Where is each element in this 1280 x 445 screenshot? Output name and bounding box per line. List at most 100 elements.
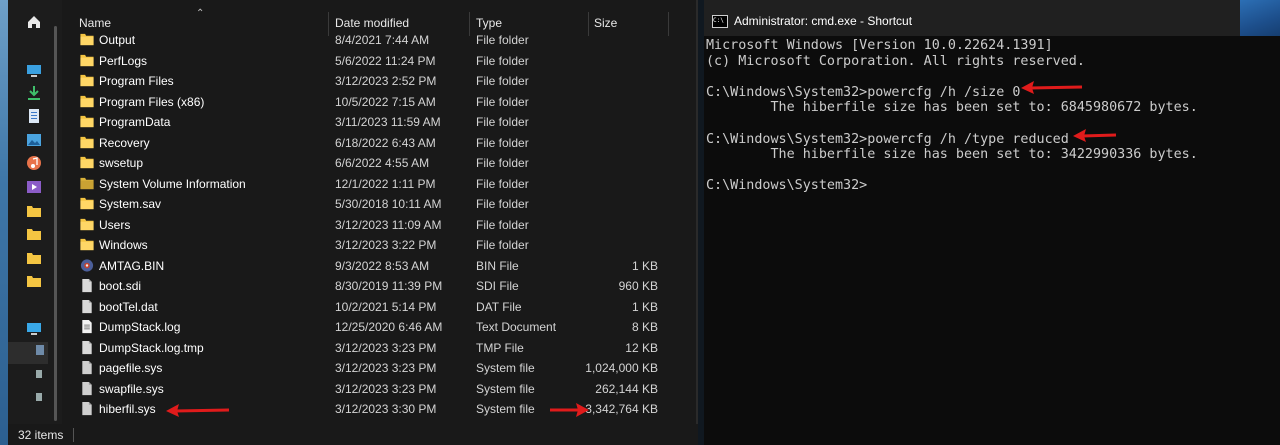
file-type: System file <box>476 361 535 375</box>
column-header-date[interactable]: Date modified <box>335 16 409 30</box>
folder-icon <box>80 156 94 169</box>
home-icon[interactable] <box>26 14 42 30</box>
file-name: System Volume Information <box>99 176 246 191</box>
file-row[interactable]: Program Files (x86) 10/5/2022 7:15 AM File… <box>70 92 698 113</box>
file-size: 8 KB <box>631 320 658 334</box>
file-row[interactable]: swsetup 6/6/2022 4:55 AM File folder <box>70 153 698 174</box>
file-type: File folder <box>476 197 529 211</box>
drive-icon[interactable] <box>36 345 44 355</box>
videos-icon[interactable] <box>26 179 42 195</box>
file-type: File folder <box>476 135 529 150</box>
pictures-icon[interactable] <box>26 132 42 148</box>
drive-icon[interactable] <box>36 393 42 401</box>
file-row[interactable]: Users 3/12/2023 11:09 AM File folder <box>70 215 698 236</box>
file-name: swapfile.sys <box>99 381 164 396</box>
file-type: File folder <box>476 53 529 68</box>
column-header-size[interactable]: Size <box>594 16 617 30</box>
desktop-icon[interactable] <box>26 62 42 78</box>
console-line: The hiberfile size has been set to: 3422… <box>706 147 1198 163</box>
file-name: System.sav <box>99 197 162 211</box>
file-list: ⌃ Name Date modified Type Size Output 8/4… <box>70 0 698 424</box>
file-icon <box>82 278 92 293</box>
folder-icon[interactable] <box>26 226 42 242</box>
annotation-arrow-icon <box>1021 81 1083 94</box>
downloads-icon[interactable] <box>26 85 42 101</box>
annotation-arrow-icon <box>166 404 230 417</box>
file-type: File folder <box>476 33 529 47</box>
text-file-icon <box>82 319 92 334</box>
file-explorer-window: ⌃ Name Date modified Type Size Output 8/4… <box>8 0 698 445</box>
file-row[interactable]: bootTel.dat 10/2/2021 5:14 PM DAT File 1 KB <box>70 297 698 318</box>
cmd-window: C:\ Administrator: cmd.exe - Shortcut Mi… <box>704 0 1280 445</box>
file-row[interactable]: AMTAG.BIN 9/3/2022 8:53 AM BIN File 1 KB <box>70 256 698 277</box>
console-line: C:\Windows\System32>powercfg /h /size 0 <box>706 84 1021 100</box>
documents-icon[interactable] <box>26 108 42 124</box>
file-size: 960 KB <box>618 279 658 293</box>
file-type: File folder <box>476 156 529 170</box>
folder-icon[interactable] <box>26 273 42 289</box>
file-type: File folder <box>476 115 529 129</box>
music-icon[interactable] <box>26 155 42 171</box>
file-size: 12 KB <box>625 340 658 355</box>
file-row[interactable]: pagefile.sys 3/12/2023 3:23 PM System file… <box>70 358 698 379</box>
folder-icon <box>80 115 94 128</box>
column-header-type[interactable]: Type <box>476 16 502 30</box>
file-row[interactable]: swapfile.sys 3/12/2023 3:23 PM System file… <box>70 379 698 400</box>
file-type: File folder <box>476 238 529 252</box>
file-row[interactable]: PerfLogs 5/6/2022 11:24 PM File folder <box>70 51 698 72</box>
file-name: DumpStack.log.tmp <box>99 340 204 355</box>
column-header-name[interactable]: Name <box>79 16 111 30</box>
file-name: DumpStack.log <box>99 320 181 334</box>
file-date-modified: 10/5/2022 7:15 AM <box>335 94 436 109</box>
file-size: 1 KB <box>631 258 658 273</box>
file-row[interactable]: Recovery 6/18/2022 6:43 AM File folder <box>70 133 698 154</box>
folder-icon <box>80 218 94 230</box>
desktop-background-strip <box>0 0 8 445</box>
file-name: hiberfil.sys <box>99 402 156 416</box>
folder-icon <box>80 238 94 251</box>
file-type: File folder <box>476 94 529 109</box>
file-name: swsetup <box>99 156 144 170</box>
file-row[interactable]: ProgramData 3/11/2023 11:59 AM File folder <box>70 112 698 133</box>
file-name: boot.sdi <box>99 279 142 293</box>
file-type: File folder <box>476 176 529 191</box>
folder-icon[interactable] <box>26 250 42 266</box>
folder-icon[interactable] <box>26 203 42 219</box>
file-size: 1 KB <box>631 299 658 314</box>
cmd-title-bar[interactable]: C:\ Administrator: cmd.exe - Shortcut <box>704 0 1280 36</box>
file-date-modified: 6/18/2022 6:43 AM <box>335 135 436 150</box>
file-row[interactable]: DumpStack.log 12/25/2020 6:46 AM Text Docu… <box>70 317 698 338</box>
console-line: Microsoft Windows [Version 10.0.22624.13… <box>706 38 1053 53</box>
console-line: C:\Windows\System32> <box>706 178 868 194</box>
file-row[interactable]: boot.sdi 8/30/2019 11:39 PM SDI File 960 KB <box>70 276 698 297</box>
file-row[interactable]: System Volume Information 12/1/2022 1:11 … <box>70 174 698 195</box>
this-pc-icon[interactable] <box>26 321 42 337</box>
console-line: (c) Microsoft Corporation. All rights re… <box>706 53 1085 69</box>
file-size: 3,342,764 KB <box>585 402 658 416</box>
file-row[interactable]: Windows 3/12/2023 3:22 PM File folder <box>70 235 698 256</box>
file-date-modified: 6/6/2022 4:55 AM <box>335 156 430 170</box>
file-date-modified: 8/30/2019 11:39 PM <box>335 279 443 293</box>
folder-icon <box>80 74 94 87</box>
file-name: PerfLogs <box>99 53 148 68</box>
file-date-modified: 3/12/2023 3:23 PM <box>335 340 437 355</box>
nav-pane-scrollbar[interactable] <box>54 26 57 421</box>
status-bar: 32 items <box>8 424 698 445</box>
file-type: Text Document <box>476 320 557 334</box>
file-row[interactable]: System.sav 5/30/2018 10:11 AM File folder <box>70 194 698 215</box>
drive-icon[interactable] <box>36 370 42 378</box>
cmd-window-title: Administrator: cmd.exe - Shortcut <box>734 14 913 28</box>
file-row[interactable]: Program Files 3/12/2023 2:52 PM File folde… <box>70 71 698 92</box>
file-date-modified: 5/30/2018 10:11 AM <box>335 197 442 211</box>
file-type: DAT File <box>476 299 522 314</box>
system-file-icon <box>82 360 92 375</box>
file-date-modified: 3/12/2023 3:23 PM <box>335 361 437 375</box>
file-type: SDI File <box>476 279 519 293</box>
file-name: AMTAG.BIN <box>99 258 165 273</box>
file-row[interactable]: DumpStack.log.tmp 3/12/2023 3:23 PM TMP Fi… <box>70 338 698 359</box>
file-row[interactable]: Output 8/4/2021 7:44 AM File folder <box>70 30 698 51</box>
file-date-modified: 12/1/2022 1:11 PM <box>335 176 436 191</box>
console-output[interactable]: Microsoft Windows [Version 10.0.22624.13… <box>706 38 1276 194</box>
bin-file-icon <box>80 258 94 272</box>
file-date-modified: 10/2/2021 5:14 PM <box>335 299 437 314</box>
